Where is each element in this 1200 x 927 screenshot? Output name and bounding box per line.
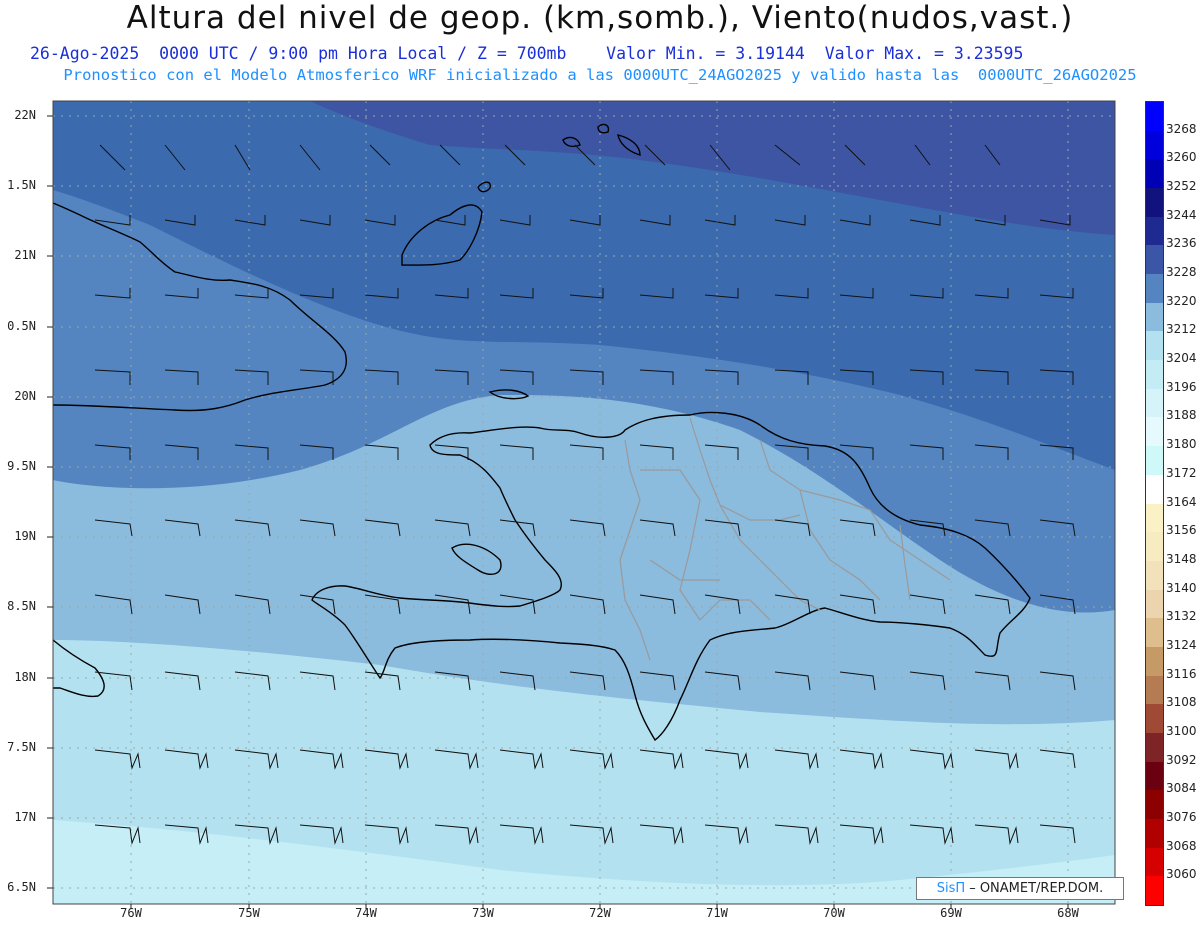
lat-label: 20N [14, 389, 36, 403]
legend-swatch [1146, 417, 1163, 447]
legend-label: 3116 [1166, 666, 1197, 681]
legend-label: 3124 [1166, 637, 1197, 652]
legend-swatch [1146, 331, 1163, 361]
lat-label: 19N [14, 529, 36, 543]
legend-label: 3060 [1166, 867, 1197, 882]
legend-swatch [1146, 503, 1163, 533]
legend-swatch [1146, 761, 1163, 791]
legend-label: 3204 [1166, 351, 1197, 366]
lat-label: 17N [14, 810, 36, 824]
lon-label: 68W [1057, 906, 1079, 920]
legend-swatch [1146, 102, 1163, 132]
legend-label: 3076 [1166, 809, 1197, 824]
lat-label: 0.5N [7, 319, 36, 333]
legend-label: 3164 [1166, 494, 1197, 509]
legend-label: 3188 [1166, 408, 1197, 423]
lat-label: 18N [14, 670, 36, 684]
legend-swatch [1146, 790, 1163, 820]
legend-swatch [1146, 360, 1163, 390]
lon-label: 72W [589, 906, 611, 920]
legend-label: 3268 [1166, 121, 1197, 136]
legend-swatch [1146, 818, 1163, 849]
legend-label: 3244 [1166, 207, 1197, 222]
legend-label: 3068 [1166, 838, 1197, 853]
lon-label: 76W [120, 906, 142, 920]
legend-swatch [1146, 732, 1163, 763]
legend-swatch [1146, 274, 1163, 304]
legend-label: 3156 [1166, 523, 1197, 538]
legend-swatch [1146, 646, 1163, 677]
legend-swatch [1146, 847, 1163, 877]
forecast-map [47, 100, 1116, 909]
legend-swatch [1146, 130, 1163, 160]
legend-swatch [1146, 216, 1163, 246]
legend-swatch [1146, 188, 1163, 218]
legend-swatch [1146, 302, 1163, 332]
legend-label: 3148 [1166, 551, 1197, 566]
credit-box: SisΠ – ONAMET/REP.DOM. [916, 877, 1124, 900]
lon-label: 75W [238, 906, 260, 920]
legend-swatch [1146, 560, 1163, 591]
legend-label: 3084 [1166, 781, 1197, 796]
lon-label: 70W [823, 906, 845, 920]
geopotential-shading [53, 101, 1115, 904]
legend-label: 3220 [1166, 293, 1197, 308]
lat-label: 7.5N [7, 740, 36, 754]
lat-label: 8.5N [7, 599, 36, 613]
legend-label: 3260 [1166, 150, 1197, 165]
lon-label: 71W [706, 906, 728, 920]
lon-label: 73W [472, 906, 494, 920]
legend-swatch [1146, 388, 1163, 418]
legend-label: 3196 [1166, 379, 1197, 394]
legend-label: 3228 [1166, 265, 1197, 280]
legend-label: 3212 [1166, 322, 1197, 337]
lat-label: 9.5N [7, 459, 36, 473]
legend-swatch [1146, 474, 1163, 504]
legend-label: 3180 [1166, 437, 1197, 452]
legend-swatch [1146, 245, 1163, 275]
legend-label: 3236 [1166, 236, 1197, 251]
lon-label: 69W [940, 906, 962, 920]
legend-label: 3172 [1166, 465, 1197, 480]
lat-label: 1.5N [7, 178, 36, 192]
legend-swatch [1146, 159, 1163, 189]
legend-label: 3140 [1166, 580, 1197, 595]
legend-swatch [1146, 532, 1163, 562]
legend-label: 3100 [1166, 723, 1197, 738]
legend-swatch [1146, 618, 1163, 648]
legend-swatch [1146, 704, 1163, 734]
legend-label: 3252 [1166, 179, 1197, 194]
lat-label: 21N [14, 248, 36, 262]
color-legend [1145, 101, 1164, 906]
brand-logo-text: SisΠ [936, 881, 966, 896]
lat-label: 22N [14, 108, 36, 122]
legend-swatch [1146, 876, 1163, 906]
legend-swatch [1146, 589, 1163, 619]
legend-swatch [1146, 675, 1163, 705]
lon-label: 74W [355, 906, 377, 920]
legend-label: 3092 [1166, 752, 1197, 767]
legend-swatch [1146, 446, 1163, 476]
lat-label: 6.5N [7, 880, 36, 894]
credit-text: – ONAMET/REP.DOM. [969, 881, 1104, 896]
legend-label: 3108 [1166, 695, 1197, 710]
legend-label: 3132 [1166, 609, 1197, 624]
